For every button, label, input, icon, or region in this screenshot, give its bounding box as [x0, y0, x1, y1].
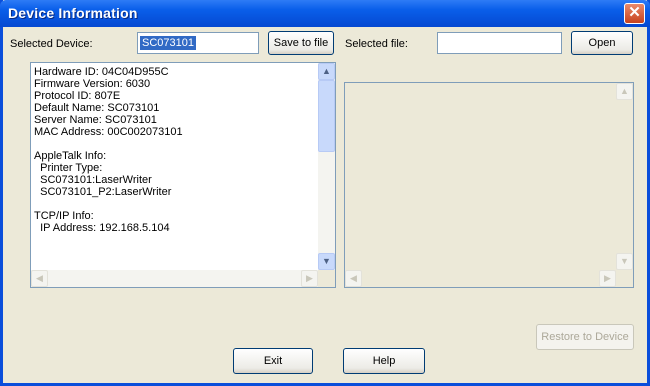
selected-device-value: SC073101 [140, 36, 196, 50]
scroll-left-icon[interactable]: ◀ [31, 270, 48, 287]
scroll-right-icon[interactable]: ▶ [301, 270, 318, 287]
exit-button[interactable]: Exit [233, 348, 313, 374]
save-to-file-button[interactable]: Save to file [268, 31, 334, 55]
selected-device-field[interactable]: SC073101 [137, 32, 259, 54]
scroll-down-icon[interactable]: ▼ [318, 253, 335, 270]
restore-to-device-button[interactable]: Restore to Device [536, 324, 634, 350]
scroll-corner [318, 270, 335, 287]
file-scroll-down-icon[interactable]: ▼ [616, 253, 633, 270]
scroll-up-icon[interactable]: ▲ [318, 63, 335, 80]
selected-file-field[interactable] [437, 32, 562, 54]
file-content-list[interactable]: ▲ ▼ ◀ ▶ [344, 82, 634, 288]
file-scroll-left-icon[interactable]: ◀ [345, 270, 362, 287]
device-info-text: Hardware ID: 04C04D955C Firmware Version… [34, 66, 183, 234]
close-icon[interactable]: ✕ [624, 3, 645, 24]
file-scroll-right-icon[interactable]: ▶ [599, 270, 616, 287]
window-title: Device Information [8, 5, 138, 21]
selected-device-label: Selected Device: [10, 38, 93, 50]
horizontal-scrollbar[interactable]: ◀ ▶ [31, 270, 318, 287]
scroll-thumb[interactable] [318, 80, 335, 152]
file-vertical-scrollbar[interactable]: ▲ ▼ [616, 83, 633, 270]
selected-file-label: Selected file: [345, 38, 408, 50]
device-information-dialog: Device Information ✕ Selected Device: SC… [0, 0, 650, 386]
title-bar[interactable]: Device Information ✕ [0, 0, 650, 27]
file-horizontal-scrollbar[interactable]: ◀ ▶ [345, 270, 616, 287]
file-scroll-up-icon[interactable]: ▲ [616, 83, 633, 100]
help-button[interactable]: Help [343, 348, 425, 374]
vertical-scrollbar[interactable]: ▲ ▼ [318, 63, 335, 270]
open-button[interactable]: Open [571, 31, 633, 55]
device-info-list[interactable]: Hardware ID: 04C04D955C Firmware Version… [30, 62, 336, 288]
file-scroll-corner [616, 270, 633, 287]
